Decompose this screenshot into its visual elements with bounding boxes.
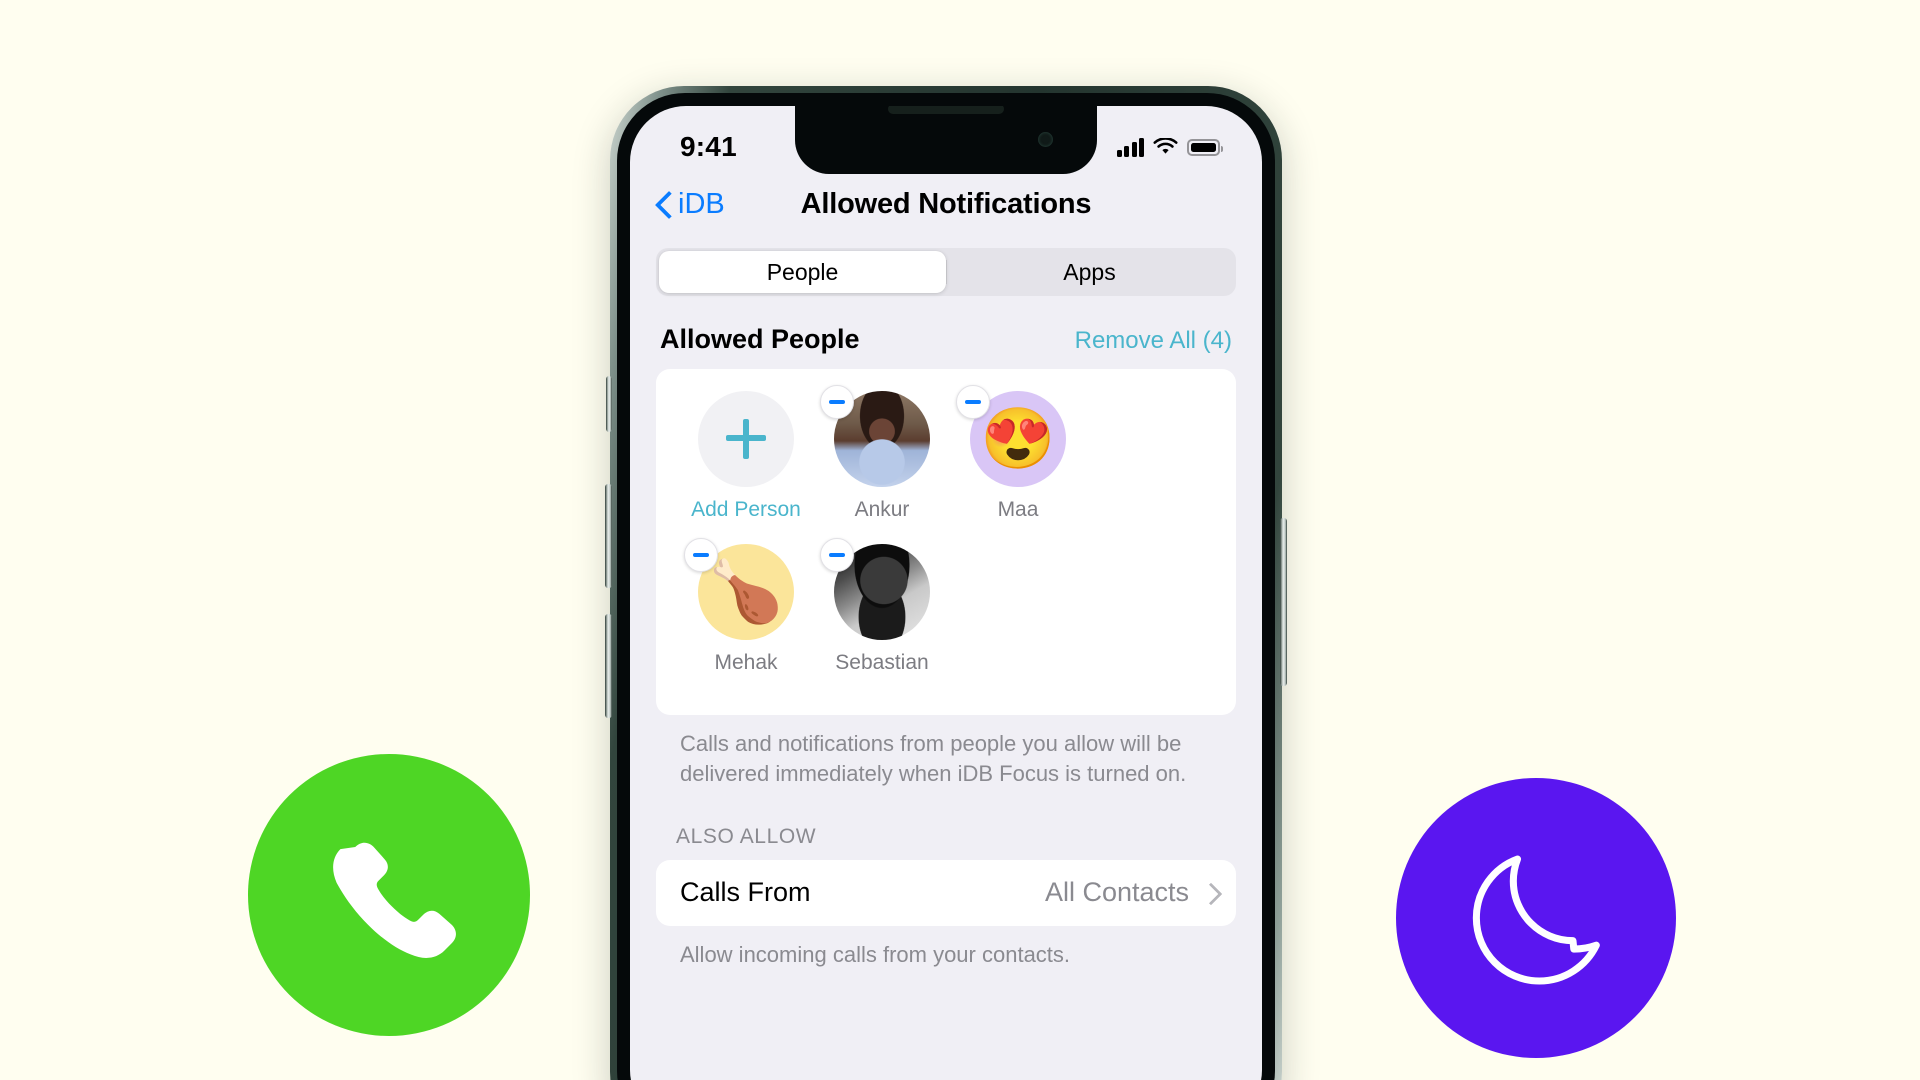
minus-badge-icon[interactable]	[956, 385, 990, 419]
calls-from-value: All Contacts	[1044, 877, 1189, 908]
allowed-people-card: Add Person Ankur 😍 Maa 🍗 Mehak Sebastian	[656, 369, 1236, 715]
focus-moon-badge	[1396, 778, 1676, 1058]
crescent-moon-icon	[1472, 855, 1600, 985]
tab-apps[interactable]: Apps	[946, 251, 1233, 293]
calls-from-value-group: All Contacts	[1045, 877, 1214, 908]
settings-content: People Apps Allowed People Remove All (4…	[630, 234, 1262, 970]
device-bezel: 9:41 iDB Allowed Notifications People Ap…	[617, 93, 1275, 1080]
person-cell-maa[interactable]: 😍 Maa	[950, 385, 1086, 522]
person-cell-sebastian[interactable]: Sebastian	[814, 538, 950, 675]
phone-screen: 9:41 iDB Allowed Notifications People Ap…	[630, 106, 1262, 1080]
calls-from-footer-note: Allow incoming calls from your contacts.	[680, 941, 1071, 967]
phone-app-badge	[248, 754, 530, 1036]
status-bar-time: 9:41	[680, 131, 737, 162]
mute-switch-button[interactable]	[606, 376, 612, 432]
chevron-left-icon	[656, 191, 671, 218]
page-title: Allowed Notifications	[800, 187, 1092, 220]
back-button[interactable]: iDB	[656, 188, 725, 221]
minus-badge-icon[interactable]	[684, 538, 718, 572]
person-cell-ankur[interactable]: Ankur	[814, 385, 950, 522]
battery-full-icon	[1187, 138, 1223, 156]
add-person-label: Add Person	[691, 498, 801, 521]
status-bar: 9:41	[630, 106, 1262, 174]
wifi-icon	[1153, 137, 1178, 154]
allowed-people-footer-note: Calls and notifications from people you …	[680, 731, 1187, 786]
plus-icon	[726, 419, 766, 459]
allowed-people-header: Allowed People Remove All (4)	[660, 324, 1232, 355]
minus-badge-icon[interactable]	[820, 538, 854, 572]
tab-people-label: People	[766, 258, 839, 285]
section-title: Allowed People	[660, 324, 860, 354]
person-name: Mehak	[714, 651, 778, 674]
iphone-device: 9:41 iDB Allowed Notifications People Ap…	[605, 86, 1287, 1080]
add-person-avatar	[698, 391, 794, 487]
tab-people[interactable]: People	[659, 251, 946, 293]
person-name: Ankur	[854, 498, 910, 521]
signal-bars-icon	[1116, 137, 1144, 157]
tab-apps-label: Apps	[1063, 258, 1116, 285]
person-name: Sebastian	[835, 651, 929, 674]
minus-badge-icon[interactable]	[820, 385, 854, 419]
person-cell-mehak[interactable]: 🍗 Mehak	[678, 538, 814, 675]
segmented-control: People Apps	[656, 248, 1236, 296]
volume-up-button[interactable]	[605, 484, 612, 588]
power-button[interactable]	[1280, 518, 1287, 686]
remove-all-button[interactable]: Remove All (4)	[1075, 327, 1232, 355]
also-allow-header: ALSO ALLOW	[676, 824, 817, 848]
add-person-button[interactable]: Add Person	[678, 391, 814, 522]
status-bar-icons	[1116, 137, 1223, 157]
navigation-bar: iDB Allowed Notifications	[630, 174, 1262, 234]
back-button-label: iDB	[678, 187, 725, 220]
person-name: Maa	[997, 498, 1039, 521]
phone-handset-icon	[333, 842, 456, 958]
calls-from-row[interactable]: Calls From All Contacts	[656, 859, 1236, 926]
calls-from-label: Calls From	[680, 877, 811, 908]
chevron-right-icon	[1203, 883, 1214, 903]
volume-down-button[interactable]	[605, 614, 612, 718]
